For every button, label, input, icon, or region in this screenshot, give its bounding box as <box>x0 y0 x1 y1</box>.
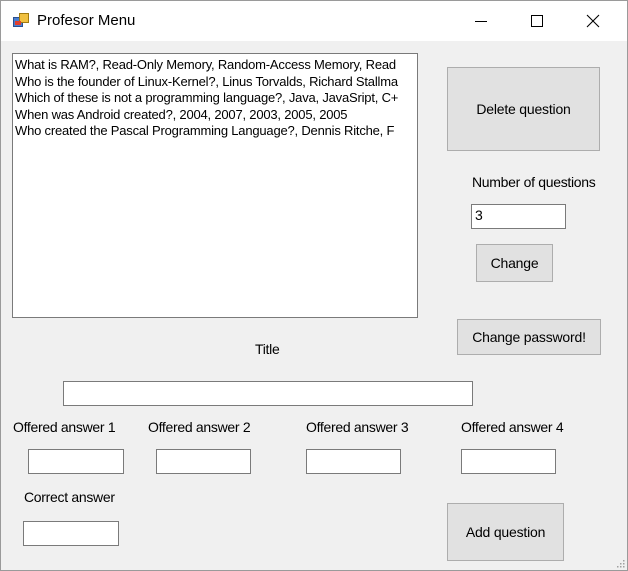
resize-grip-icon[interactable] <box>615 558 625 568</box>
offered-answer-1-field[interactable] <box>28 449 124 474</box>
change-password-button[interactable]: Change password! <box>457 319 601 355</box>
correct-answer-label: Correct answer <box>24 489 115 505</box>
app-window-icon <box>13 13 29 29</box>
offered-answer-2-label: Offered answer 2 <box>148 419 251 435</box>
questions-listbox[interactable]: What is RAM?, Read-Only Memory, Random-A… <box>12 53 418 318</box>
list-item[interactable]: Who is the founder of Linux-Kernel?, Lin… <box>13 74 417 91</box>
minimize-button[interactable] <box>458 1 504 41</box>
number-of-questions-field[interactable]: 3 <box>471 204 566 229</box>
close-button[interactable] <box>570 1 616 41</box>
offered-answer-4-field[interactable] <box>461 449 556 474</box>
offered-answer-2-field[interactable] <box>156 449 251 474</box>
title-bar[interactable]: Profesor Menu <box>1 1 627 41</box>
add-question-button[interactable]: Add question <box>447 503 564 561</box>
change-button[interactable]: Change <box>476 244 553 282</box>
offered-answer-1-label: Offered answer 1 <box>13 419 116 435</box>
offered-answer-3-field[interactable] <box>306 449 401 474</box>
list-item[interactable]: When was Android created?, 2004, 2007, 2… <box>13 107 417 124</box>
offered-answer-3-label: Offered answer 3 <box>306 419 409 435</box>
main-window: Profesor Menu What is RAM?, Read-Only Me… <box>0 0 628 571</box>
list-item[interactable]: Which of these is not a programming lang… <box>13 90 417 107</box>
maximize-icon <box>531 15 543 27</box>
offered-answer-4-label: Offered answer 4 <box>461 419 564 435</box>
number-of-questions-label: Number of questions <box>472 174 596 190</box>
title-label: Title <box>255 341 280 357</box>
maximize-button[interactable] <box>514 1 560 41</box>
list-item[interactable]: What is RAM?, Read-Only Memory, Random-A… <box>13 57 417 74</box>
list-item[interactable]: Who created the Pascal Programming Langu… <box>13 123 417 140</box>
delete-question-button[interactable]: Delete question <box>447 67 600 151</box>
minimize-icon <box>475 21 487 22</box>
window-title: Profesor Menu <box>37 12 136 29</box>
title-field[interactable] <box>63 381 473 406</box>
correct-answer-field[interactable] <box>23 521 119 546</box>
close-icon <box>586 14 600 28</box>
